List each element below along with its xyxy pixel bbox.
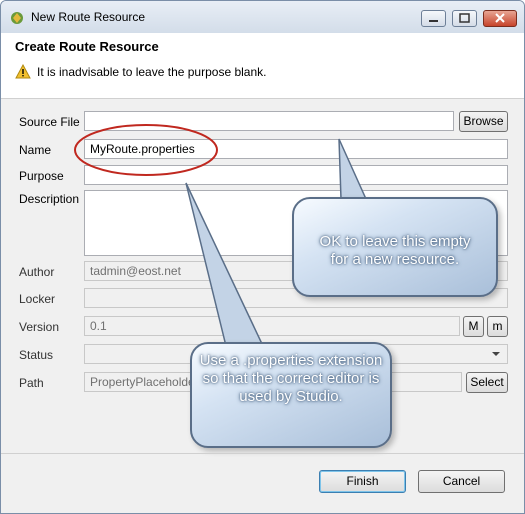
finish-button[interactable]: Finish bbox=[319, 470, 406, 493]
name-highlight-circle bbox=[74, 124, 218, 176]
name-callout-pointer bbox=[185, 182, 265, 347]
name-callout-text: Use a .properties extension so that the … bbox=[199, 352, 383, 405]
name-callout: Use a .properties extension so that the … bbox=[190, 342, 392, 448]
purpose-callout-text: OK to leave this empty for a new resourc… bbox=[319, 233, 471, 268]
footer-divider bbox=[1, 453, 524, 454]
dialog-window: New Route Resource Create Route Resource… bbox=[0, 0, 525, 514]
cancel-button[interactable]: Cancel bbox=[418, 470, 505, 493]
purpose-callout-pointer bbox=[338, 138, 368, 200]
purpose-callout: OK to leave this empty for a new resourc… bbox=[292, 197, 498, 297]
